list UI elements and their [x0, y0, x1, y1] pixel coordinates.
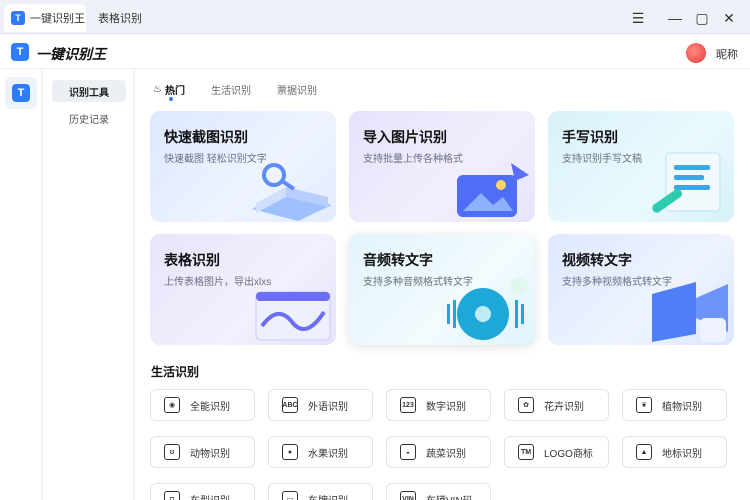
section-title-life: 生活识别 [151, 365, 200, 379]
eye-scan-icon: ◉ [164, 397, 180, 413]
tab-receipt[interactable]: 票据识别 [277, 82, 317, 97]
tab-label: 热门 [164, 86, 185, 97]
book-magnifier-icon [252, 163, 332, 221]
card-subtitle: 支持批量上传各种格式 [363, 154, 463, 165]
nickname[interactable]: 昵称 [716, 46, 738, 62]
card-subtitle: 支持识别手写文稿 [562, 154, 642, 165]
card-table-recognition[interactable]: 表格识别 上传表格图片，导出xlxs [150, 234, 336, 345]
tab-app[interactable]: T 一键识别王 [4, 4, 86, 32]
tool-chip[interactable]: ABC 外语识别 [268, 389, 373, 421]
minimize-icon[interactable]: — [665, 8, 685, 28]
active-tab-indicator [169, 97, 173, 101]
card-import-image[interactable]: 导入图片识别 支持批量上传各种格式 [349, 111, 535, 222]
document-pen-icon [652, 152, 721, 213]
tool-chip[interactable]: ● 水果识别 [268, 436, 373, 468]
car-icon: ◘ [164, 491, 180, 500]
rail-home-button[interactable]: T [5, 77, 37, 109]
license-plate-icon: ▭ [282, 491, 298, 500]
tool-label: 植物识别 [662, 401, 702, 413]
close-icon[interactable]: ✕ [719, 8, 739, 28]
tool-label: LOGO商标 [544, 448, 593, 460]
tool-chip[interactable]: VIN 车辆VIN码 [386, 483, 491, 500]
vin-icon: VIN [400, 491, 416, 500]
video-play-icon [652, 282, 728, 342]
tool-label: 蔬菜识别 [426, 448, 466, 460]
tool-label: 花卉识别 [544, 401, 584, 413]
card-screenshot-ocr[interactable]: 快速截图识别 快速截图 轻松识别文字 [150, 111, 336, 222]
flower-icon: ✿ [518, 397, 534, 413]
left-rail: T [0, 69, 42, 500]
image-upload-icon [457, 163, 529, 217]
tool-chip[interactable]: ▭ 车牌识别 [268, 483, 373, 500]
tool-label: 外语识别 [308, 401, 348, 413]
card-audio-to-text[interactable]: 音频转文字 支持多种音频格式转文字 [349, 234, 535, 345]
app-header: T 一键识别王 昵称 [0, 35, 750, 69]
subnav-item-history[interactable]: 历史记录 [52, 107, 126, 129]
flame-icon: ♨ [153, 84, 162, 95]
plant-icon: ❦ [636, 397, 652, 413]
tool-label: 车辆VIN码 [426, 492, 473, 500]
app-logo-icon: T [12, 84, 30, 102]
tool-chip[interactable]: 123 数字识别 [386, 389, 491, 421]
tool-label: 水果识别 [308, 448, 348, 460]
tool-chip[interactable]: ◘ 车型识别 [150, 483, 255, 500]
card-title: 音频转文字 [363, 252, 433, 268]
tool-label: 车牌识别 [308, 492, 348, 500]
chart-window-icon [255, 291, 331, 341]
tool-label: 地标识别 [662, 448, 702, 460]
tool-chip[interactable]: ʊ 动物识别 [150, 436, 255, 468]
fruit-icon: ● [282, 444, 298, 460]
subnav-item-tools[interactable]: 识别工具 [52, 80, 126, 102]
card-title: 表格识别 [164, 252, 220, 268]
tool-chip[interactable]: ❦ 植物识别 [622, 389, 727, 421]
tab-label: 表格识别 [98, 13, 142, 25]
app-logo-icon: T [11, 43, 29, 61]
app-logo-icon: T [11, 11, 25, 25]
tool-label: 全能识别 [190, 401, 230, 413]
maximize-icon[interactable]: ▢ [692, 8, 712, 28]
tool-label: 动物识别 [190, 448, 230, 460]
tab-table-recognition[interactable]: 表格识别 [98, 4, 142, 32]
card-title: 导入图片识别 [363, 129, 447, 145]
abc-icon: ABC [282, 397, 298, 413]
sub-navigation: 识别工具 历史记录 [43, 69, 134, 500]
card-handwriting[interactable]: 手写识别 支持识别手写文稿 [548, 111, 734, 222]
card-title: 手写识别 [562, 129, 618, 145]
tab-life[interactable]: 生活识别 [211, 82, 251, 97]
menu-icon[interactable]: ☰ [628, 8, 648, 28]
tool-chip[interactable]: ◒ 蔬菜识别 [386, 436, 491, 468]
app-title: 一键识别王 [36, 46, 106, 62]
card-video-to-text[interactable]: 视频转文字 支持多种视频格式转文字 [548, 234, 734, 345]
tab-label: 一键识别王 [30, 13, 85, 25]
tab-hot[interactable]: ♨ 热门 [153, 82, 185, 97]
landmark-icon: ▲ [636, 444, 652, 460]
animal-icon: ʊ [164, 444, 180, 460]
tool-chip[interactable]: ◉ 全能识别 [150, 389, 255, 421]
trademark-icon: TM [518, 444, 534, 460]
tool-chip[interactable]: ▲ 地标识别 [622, 436, 727, 468]
digits-icon: 123 [400, 397, 416, 413]
tool-chip[interactable]: TM LOGO商标 [504, 436, 609, 468]
tool-chip[interactable]: ✿ 花卉识别 [504, 389, 609, 421]
title-bar: T 一键识别王 表格识别 ☰ — ▢ ✕ [0, 0, 750, 34]
main-content: ♨ 热门 生活识别 票据识别 快速截图识别 快速截图 轻松识别文字 导入图片识别… [135, 69, 750, 500]
card-title: 视频转文字 [562, 252, 632, 268]
avatar[interactable] [686, 43, 706, 63]
card-title: 快速截图识别 [164, 129, 248, 145]
music-disc-icon [447, 277, 528, 340]
tool-label: 数字识别 [426, 401, 466, 413]
vegetable-icon: ◒ [400, 444, 416, 460]
tool-label: 车型识别 [190, 492, 230, 500]
